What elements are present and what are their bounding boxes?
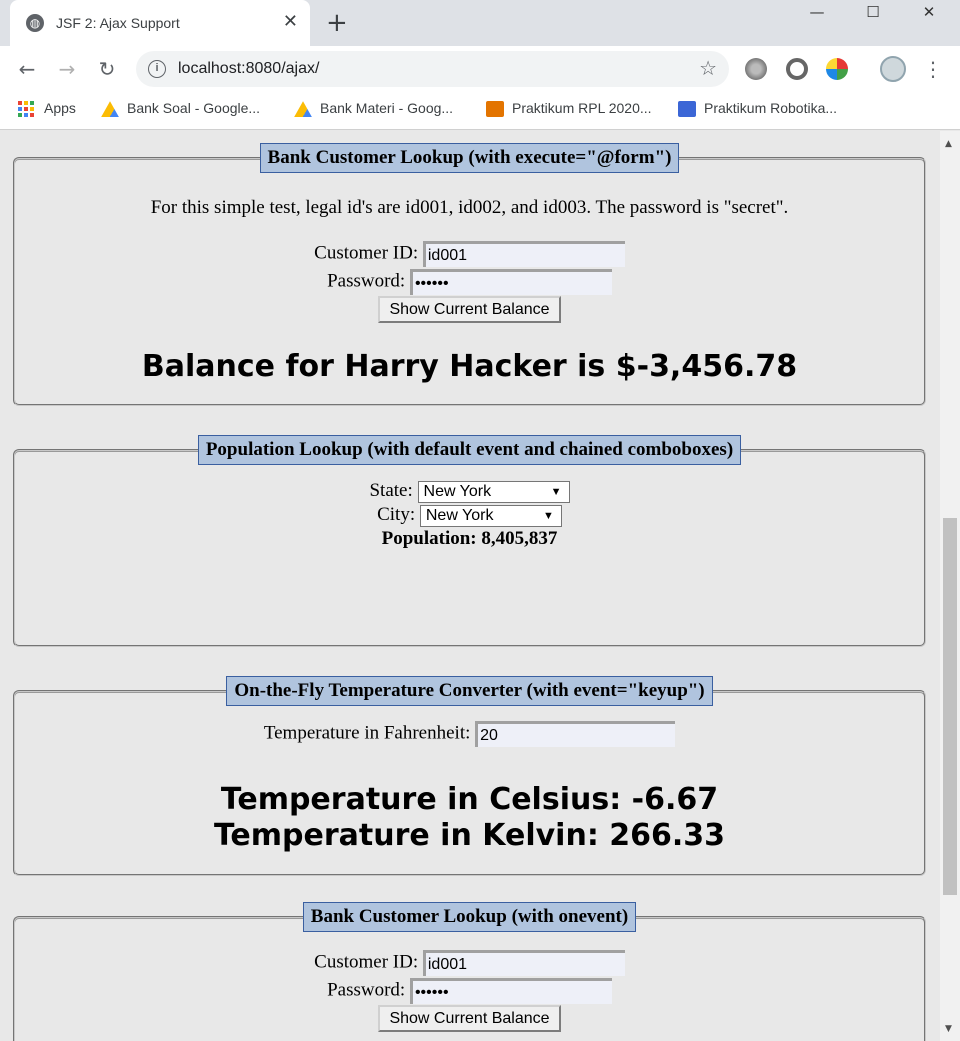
bookmark-bank-soal[interactable]: Bank Soal - Google... xyxy=(101,100,260,122)
customer-id-row: Customer ID: xyxy=(15,950,924,976)
state-row: State: New York ▼ xyxy=(15,480,924,503)
password-input[interactable] xyxy=(409,978,612,1004)
state-label: State: xyxy=(369,480,413,501)
close-tab-icon[interactable]: ✕ xyxy=(283,11,298,32)
fahrenheit-row: Temperature in Fahrenheit: xyxy=(15,721,924,747)
fahrenheit-label: Temperature in Fahrenheit: xyxy=(263,722,471,744)
dropdown-arrow-icon: ▼ xyxy=(542,509,554,522)
balance-result: Balance for Harry Hacker is $-3,456.78 xyxy=(141,349,798,384)
city-label: City: xyxy=(377,504,416,525)
city-selected-value: New York xyxy=(425,506,494,524)
bank-lookup-execute-panel: Bank Customer Lookup (with execute="@for… xyxy=(13,143,926,406)
panel-title: Bank Customer Lookup (with onevent) xyxy=(302,902,637,932)
bookmark-apps[interactable]: Apps xyxy=(18,100,76,122)
state-select[interactable]: New York ▼ xyxy=(417,480,570,503)
bookmark-label: Praktikum Robotika... xyxy=(704,100,838,116)
bookmark-praktikum-robotika[interactable]: Praktikum Robotika... xyxy=(678,100,837,122)
password-row: Password: xyxy=(15,978,924,1004)
kelvin-result: Temperature in Kelvin: 266.33 xyxy=(213,818,726,853)
customer-id-input[interactable] xyxy=(422,950,625,976)
tab-strip: ◍ JSF 2: Ajax Support ✕ + — ☐ ✕ xyxy=(0,0,960,46)
panel-title: On-the-Fly Temperature Converter (with e… xyxy=(226,676,713,706)
bookmark-label: Bank Soal - Google... xyxy=(127,100,261,116)
maximize-icon[interactable]: ☐ xyxy=(850,0,896,30)
reload-icon[interactable]: ↻ xyxy=(92,54,122,84)
customer-id-input[interactable] xyxy=(422,241,625,267)
show-balance-button[interactable]: Show Current Balance xyxy=(378,1005,561,1032)
celsius-result: Temperature in Celsius: -6.67 xyxy=(220,782,719,817)
password-row: Password: xyxy=(15,269,924,295)
password-label: Password: xyxy=(327,979,406,1001)
bookmark-label: Praktikum RPL 2020... xyxy=(512,100,652,116)
panel-title: Population Lookup (with default event an… xyxy=(197,435,742,465)
google-drive-icon xyxy=(101,101,119,118)
classroom-icon xyxy=(486,101,504,118)
city-select[interactable]: New York ▼ xyxy=(419,504,562,527)
forward-arrow-icon[interactable]: → xyxy=(52,54,82,84)
scroll-up-arrow-icon[interactable]: ▲ xyxy=(945,139,952,149)
new-tab-button[interactable]: + xyxy=(326,8,348,38)
avatar[interactable] xyxy=(880,56,906,82)
customer-id-row: Customer ID: xyxy=(15,241,924,267)
bookmarks-bar: Apps Bank Soal - Google... Bank Materi -… xyxy=(0,92,960,130)
panel-title: Bank Customer Lookup (with execute="@for… xyxy=(259,143,680,173)
button-row: Show Current Balance xyxy=(15,1005,924,1032)
google-drive-icon xyxy=(294,101,312,118)
classroom-icon xyxy=(678,101,696,118)
customer-id-label: Customer ID: xyxy=(314,951,419,973)
menu-dots-icon[interactable]: ⋮ xyxy=(918,54,948,84)
password-input[interactable] xyxy=(409,269,612,295)
globe-icon: ◍ xyxy=(26,14,44,32)
password-label: Password: xyxy=(327,270,406,292)
window-close-icon[interactable]: ✕ xyxy=(906,0,952,30)
circle-extension-icon[interactable] xyxy=(786,58,808,80)
state-selected-value: New York xyxy=(423,482,492,500)
url-text[interactable]: localhost:8080/ajax/ xyxy=(178,60,319,78)
tab-title: JSF 2: Ajax Support xyxy=(56,15,180,31)
bank-lookup-onevent-panel: Bank Customer Lookup (with onevent) Cust… xyxy=(13,902,926,1041)
bookmark-praktikum-rpl[interactable]: Praktikum RPL 2020... xyxy=(486,100,652,122)
intro-text: For this simple test, legal id's are id0… xyxy=(150,197,789,218)
bookmark-label: Apps xyxy=(44,100,76,116)
back-arrow-icon[interactable]: ← xyxy=(12,54,42,84)
browser-toolbar: ← → ↻ i localhost:8080/ajax/ ☆ ⋮ xyxy=(0,46,960,92)
population-lookup-panel: Population Lookup (with default event an… xyxy=(13,435,926,647)
bookmark-bank-materi[interactable]: Bank Materi - Goog... xyxy=(294,100,453,122)
dropdown-arrow-icon: ▼ xyxy=(550,485,562,498)
customer-id-label: Customer ID: xyxy=(314,242,419,264)
bookmark-star-icon[interactable]: ☆ xyxy=(699,56,717,80)
address-bar[interactable]: i localhost:8080/ajax/ ☆ xyxy=(136,51,729,87)
bookmark-label: Bank Materi - Goog... xyxy=(320,100,454,116)
site-info-icon[interactable]: i xyxy=(148,60,166,78)
button-row: Show Current Balance xyxy=(15,296,924,323)
fahrenheit-input[interactable] xyxy=(475,721,676,747)
city-row: City: New York ▼ xyxy=(15,504,924,527)
browser-tab[interactable]: ◍ JSF 2: Ajax Support ✕ xyxy=(10,0,310,46)
scroll-down-arrow-icon[interactable]: ▼ xyxy=(945,1024,952,1034)
scrollbar-thumb[interactable] xyxy=(943,518,957,895)
download-extension-icon[interactable] xyxy=(826,58,848,80)
page-scrollbar[interactable]: ▲ ▼ xyxy=(940,131,960,1041)
globe-extension-icon[interactable] xyxy=(745,58,767,80)
apps-grid-icon xyxy=(18,101,34,118)
show-balance-button[interactable]: Show Current Balance xyxy=(378,296,561,323)
minimize-icon[interactable]: — xyxy=(794,0,840,30)
population-result: Population: 8,405,837 xyxy=(381,528,558,549)
temperature-converter-panel: On-the-Fly Temperature Converter (with e… xyxy=(13,676,926,876)
page-content: Bank Customer Lookup (with execute="@for… xyxy=(0,131,940,1041)
